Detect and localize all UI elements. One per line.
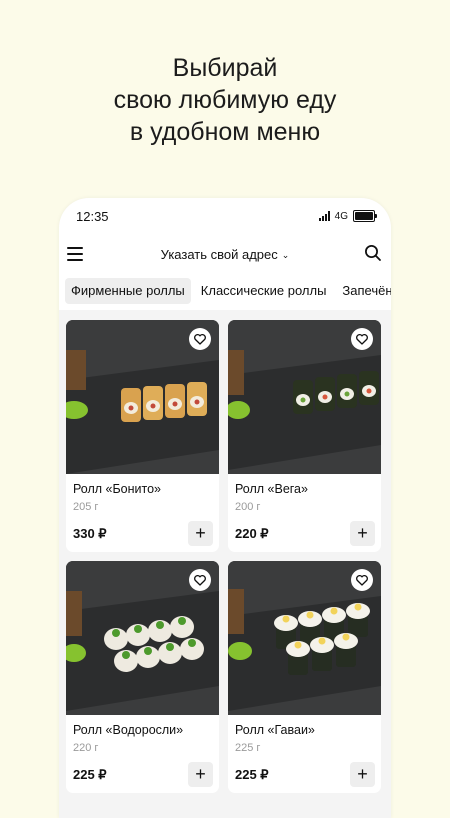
status-indicators: 4G — [318, 210, 377, 222]
chevron-down-icon: ⌄ — [281, 250, 290, 260]
app-header: Указать свой адрес ⌄ — [59, 238, 391, 272]
promo-line-2: свою любимую еду — [113, 86, 337, 114]
product-price: 225 ₽ — [73, 767, 107, 782]
promo-line-3: в удобном меню — [129, 118, 321, 146]
add-to-cart-button[interactable]: + — [350, 521, 375, 546]
product-card[interactable]: Ролл «Водоросли» 220 г 225 ₽ + — [66, 561, 219, 793]
address-label: Указать свой адрес — [160, 247, 278, 262]
battery-icon — [353, 210, 377, 222]
product-image — [66, 320, 219, 474]
status-time: 12:35 — [76, 209, 109, 224]
tab-baked-rolls[interactable]: Запечённые роллы — [336, 278, 391, 304]
product-name: Ролл «Водоросли» — [73, 723, 184, 737]
product-name: Ролл «Гаваи» — [235, 723, 315, 737]
product-weight: 200 г — [235, 501, 261, 513]
promo-heading: Выбирай свою любимую еду в удобном меню — [0, 52, 450, 148]
product-image — [66, 561, 219, 715]
product-card[interactable]: Ролл «Вега» 200 г 220 ₽ + — [228, 320, 381, 552]
product-weight: 220 г — [73, 742, 99, 754]
product-price: 225 ₽ — [235, 767, 269, 782]
signal-icon — [318, 211, 330, 221]
product-weight: 205 г — [73, 501, 99, 513]
tab-classic-rolls[interactable]: Классические роллы — [195, 278, 333, 304]
product-grid: Ролл «Бонито» 205 г 330 ₽ + Ролл «Вега» … — [59, 310, 391, 793]
status-bar: 12:35 4G — [59, 198, 391, 238]
network-label: 4G — [334, 210, 348, 222]
favorite-heart-icon[interactable] — [351, 328, 373, 350]
category-tabs: Фирменные роллы Классические роллы Запеч… — [59, 272, 391, 310]
add-to-cart-button[interactable]: + — [350, 762, 375, 787]
favorite-heart-icon[interactable] — [189, 328, 211, 350]
product-price: 220 ₽ — [235, 526, 269, 541]
product-image — [228, 320, 381, 474]
address-selector[interactable]: Указать свой адрес ⌄ — [59, 247, 391, 262]
product-price: 330 ₽ — [73, 526, 107, 541]
tab-signature-rolls[interactable]: Фирменные роллы — [65, 278, 191, 304]
product-card[interactable]: Ролл «Гаваи» 225 г 225 ₽ + — [228, 561, 381, 793]
product-name: Ролл «Вега» — [235, 482, 308, 496]
promo-line-1: Выбирай — [172, 54, 278, 82]
search-icon[interactable] — [364, 244, 382, 262]
product-image — [228, 561, 381, 715]
product-name: Ролл «Бонито» — [73, 482, 162, 496]
phone-mockup: 12:35 4G Указать свой адрес ⌄ Фирменные р… — [59, 198, 391, 818]
favorite-heart-icon[interactable] — [351, 569, 373, 591]
favorite-heart-icon[interactable] — [189, 569, 211, 591]
add-to-cart-button[interactable]: + — [188, 521, 213, 546]
product-card[interactable]: Ролл «Бонито» 205 г 330 ₽ + — [66, 320, 219, 552]
product-weight: 225 г — [235, 742, 261, 754]
add-to-cart-button[interactable]: + — [188, 762, 213, 787]
